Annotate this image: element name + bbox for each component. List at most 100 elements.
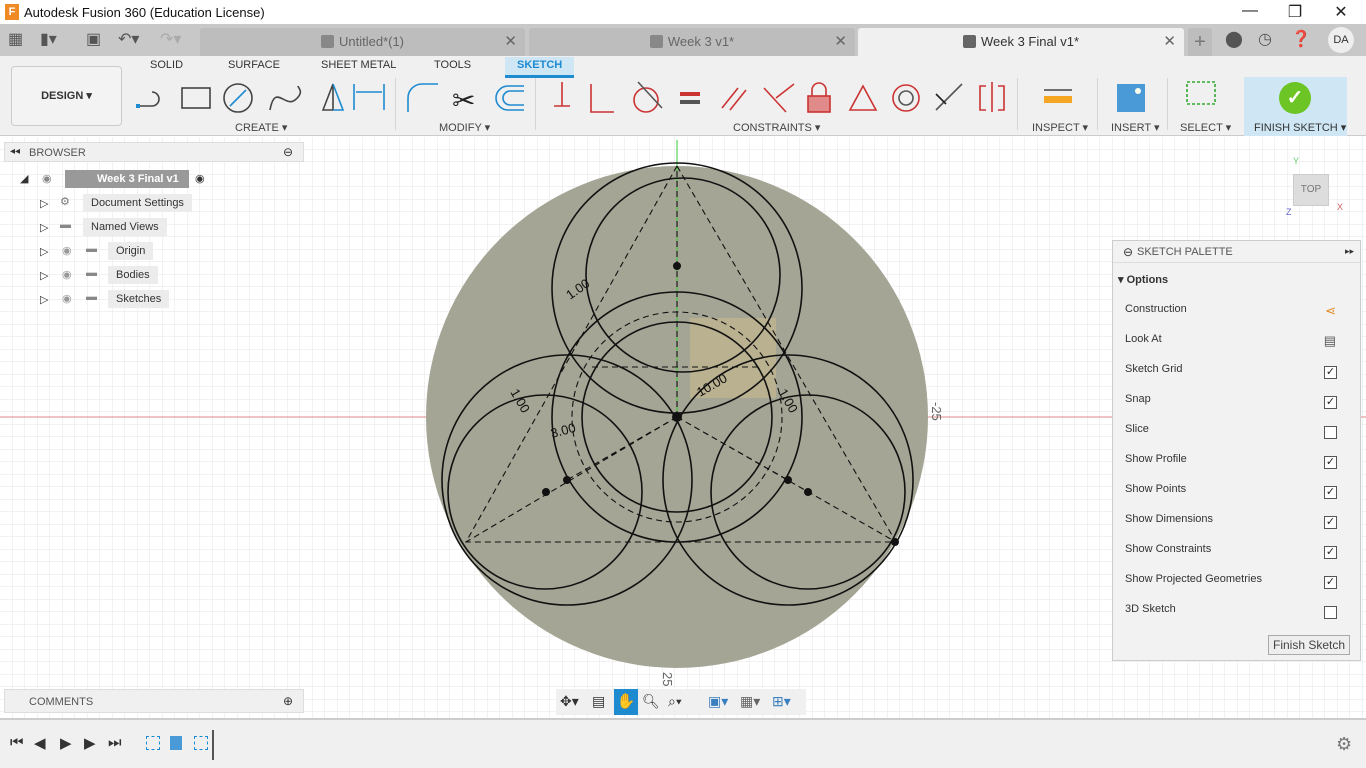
viewcube[interactable]: TOP <box>1293 174 1329 206</box>
minimize-panel-icon[interactable]: ⊖ <box>1123 245 1133 259</box>
fix-constraint-icon[interactable] <box>807 82 831 113</box>
midpoint-constraint-icon[interactable] <box>848 84 878 111</box>
checkbox[interactable]: ✓ <box>1324 546 1337 559</box>
maximize-button[interactable]: ❐ <box>1280 2 1310 22</box>
browser-item[interactable]: ▷ ◉ ▬ Origin <box>20 242 300 264</box>
expand-triangle-icon[interactable]: ▷ <box>40 221 48 234</box>
palette-option[interactable]: 3D Sketch <box>1125 603 1350 623</box>
select-menu[interactable]: SELECT ▾ <box>1180 121 1231 134</box>
palette-option[interactable]: Show Constraints ✓ <box>1125 543 1350 563</box>
undo-icon[interactable]: ↶▾ <box>118 29 139 49</box>
collinear-constraint-icon[interactable] <box>590 84 614 113</box>
curvature-constraint-icon[interactable] <box>979 82 1005 112</box>
close-tab-icon[interactable]: ✕ <box>504 28 517 56</box>
browser-item-label[interactable]: Origin <box>108 242 154 260</box>
trim-tool-icon[interactable]: ✂ <box>452 85 475 116</box>
visibility-eye-icon[interactable]: ◉ <box>42 172 52 185</box>
checkbox[interactable]: ✓ <box>1324 486 1337 499</box>
palette-option[interactable]: Look At ▤ <box>1125 333 1350 353</box>
minimize-button[interactable]: — <box>1235 2 1265 20</box>
close-tab-icon[interactable]: ✕ <box>1163 28 1176 56</box>
browser-item[interactable]: ▷ ▬ Named Views <box>20 218 300 240</box>
expand-triangle-icon[interactable]: ▷ <box>40 293 48 306</box>
save-icon[interactable]: ▣ <box>86 29 101 49</box>
visibility-eye-icon[interactable]: ◉ <box>62 244 72 257</box>
browser-panel-header[interactable]: ◂◂ BROWSER ⊖ <box>4 142 304 162</box>
visibility-eye-icon[interactable]: ◉ <box>62 292 72 305</box>
checkbox[interactable]: ✓ <box>1324 396 1337 409</box>
help-icon[interactable]: ❓ <box>1291 29 1311 49</box>
user-avatar[interactable]: DA <box>1328 27 1354 53</box>
new-tab-button[interactable]: + <box>1188 28 1212 56</box>
previous-step-icon[interactable]: ◀ <box>34 734 46 752</box>
line-tool-icon[interactable] <box>136 91 160 108</box>
create-menu[interactable]: CREATE ▾ <box>235 121 287 134</box>
constraints-menu[interactable]: CONSTRAINTS ▾ <box>733 121 820 134</box>
close-tab-icon[interactable]: ✕ <box>834 28 847 56</box>
first-step-icon[interactable]: ⏮ <box>10 734 24 751</box>
viewports-icon[interactable]: ⊞▾ <box>772 693 791 710</box>
zoom-icon[interactable]: 🔍︎ <box>642 693 660 710</box>
browser-item-label[interactable]: Sketches <box>108 290 170 308</box>
display-settings-icon[interactable]: ▣▾ <box>708 693 728 710</box>
spline-tool-icon[interactable] <box>269 85 302 111</box>
construction-icon[interactable]: ⋖ <box>1325 303 1336 319</box>
browser-root[interactable]: ◢ ◉ Week 3 Final v1 ◉ <box>20 170 300 192</box>
palette-option[interactable]: Slice <box>1125 423 1350 443</box>
palette-option[interactable]: Show Points ✓ <box>1125 483 1350 503</box>
palette-option[interactable]: Snap ✓ <box>1125 393 1350 413</box>
tab-solid[interactable]: SOLID <box>150 59 183 71</box>
tab-sketch[interactable]: SKETCH <box>505 57 575 78</box>
browser-item[interactable]: ▷ ⚙ Document Settings <box>20 194 300 216</box>
tab-sheet-metal[interactable]: SHEET METAL <box>321 59 396 71</box>
rectangle-tool-icon[interactable] <box>181 87 211 109</box>
pan-icon[interactable]: ✋ <box>614 689 638 715</box>
expand-triangle-icon[interactable]: ▷ <box>40 245 48 258</box>
offset-tool-icon[interactable] <box>495 85 524 111</box>
timeline-sketch-icon[interactable] <box>146 736 160 750</box>
grid-settings-icon[interactable]: ▦▾ <box>740 693 760 710</box>
root-component-label[interactable]: Week 3 Final v1 <box>65 170 189 188</box>
timeline-sketch-icon[interactable] <box>194 736 208 750</box>
checkbox[interactable] <box>1324 426 1337 439</box>
play-icon[interactable]: ▶ <box>60 734 72 752</box>
checkbox[interactable]: ✓ <box>1324 456 1337 469</box>
polygon-tool-icon[interactable] <box>321 83 345 111</box>
file-menu-icon[interactable]: ▮▾ <box>40 29 57 49</box>
parallel-constraint-icon[interactable] <box>721 87 747 111</box>
look-at-icon[interactable]: ▤ <box>1324 333 1336 349</box>
tab-tools[interactable]: TOOLS <box>434 59 471 71</box>
options-section[interactable]: ▾ Options <box>1118 273 1168 286</box>
add-comment-icon[interactable]: ⊕ <box>283 694 293 708</box>
fillet-tool-icon[interactable] <box>407 83 438 112</box>
checkbox[interactable]: ✓ <box>1324 576 1337 589</box>
perpendicular-constraint-icon[interactable] <box>763 83 795 113</box>
tab-untitled[interactable]: Untitled*(1) ✕ <box>200 28 525 56</box>
palette-option[interactable]: Construction ⋖ <box>1125 303 1350 323</box>
apps-grid-icon[interactable]: ▦ <box>8 29 23 49</box>
expand-palette-icon[interactable]: ▸▸ <box>1345 246 1354 257</box>
expand-triangle-icon[interactable]: ▷ <box>40 269 48 282</box>
fit-icon[interactable]: ⌕▾ <box>668 693 682 710</box>
insert-image-icon[interactable] <box>1117 84 1145 112</box>
expand-triangle-icon[interactable]: ▷ <box>40 197 48 210</box>
finish-sketch-button[interactable]: ✓ FINISH SKETCH ▾ <box>1244 77 1347 136</box>
finish-sketch-palette-button[interactable]: Finish Sketch <box>1268 635 1350 655</box>
browser-item-label[interactable]: Bodies <box>108 266 158 284</box>
extensions-icon[interactable]: ⬤ <box>1225 29 1243 49</box>
inspect-menu[interactable]: INSPECT ▾ <box>1032 121 1088 134</box>
coincident-constraint-icon[interactable] <box>554 82 570 107</box>
insert-menu[interactable]: INSERT ▾ <box>1111 121 1160 134</box>
circle-tool-icon[interactable] <box>223 83 253 113</box>
palette-option[interactable]: Show Profile ✓ <box>1125 453 1350 473</box>
palette-option[interactable]: Show Projected Geometries ✓ <box>1125 573 1350 593</box>
browser-item-label[interactable]: Named Views <box>83 218 167 236</box>
tab-surface[interactable]: SURFACE <box>228 59 280 71</box>
checkbox[interactable] <box>1324 606 1337 619</box>
close-window-button[interactable]: ✕ <box>1326 2 1356 22</box>
job-status-icon[interactable]: ◷ <box>1258 29 1272 49</box>
activate-radio-icon[interactable]: ◉ <box>195 172 205 185</box>
last-step-icon[interactable]: ⏭ <box>108 734 122 751</box>
tab-week3-final[interactable]: Week 3 Final v1* ✕ <box>858 28 1184 56</box>
timeline-extrude-icon[interactable] <box>170 736 182 750</box>
